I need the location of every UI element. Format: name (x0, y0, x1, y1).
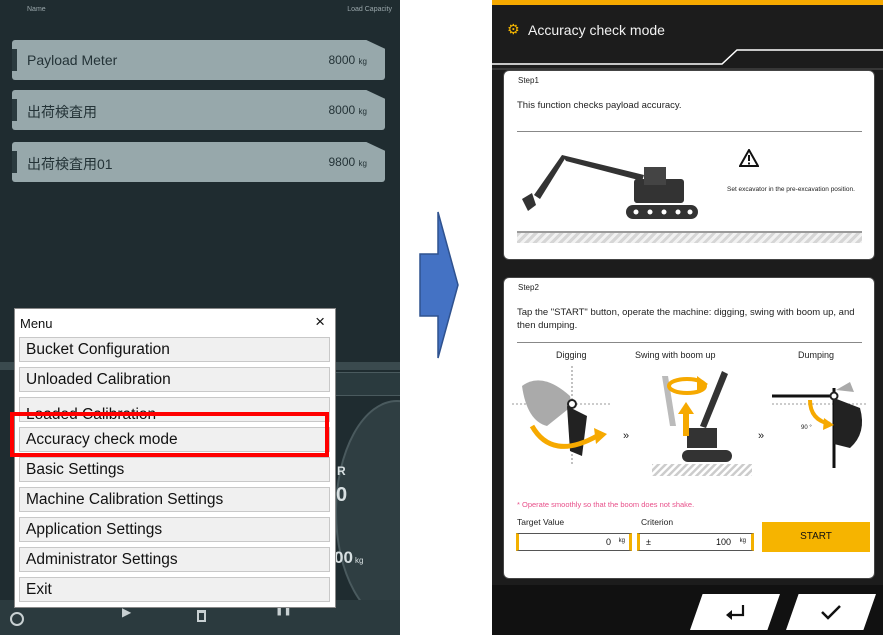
menu-item-exit[interactable]: Exit (19, 577, 330, 602)
menu-item-bucket-configuration[interactable]: Bucket Configuration (19, 337, 330, 362)
meter-name: Payload Meter (27, 52, 118, 68)
chevron-right-icon: » (758, 430, 765, 442)
menu-popup: Menu × Bucket Configuration Unloaded Cal… (14, 308, 336, 608)
excavator-illustration (522, 155, 698, 219)
page-title: Accuracy check mode (528, 22, 665, 38)
meter-row-2[interactable]: 出荷検査用 8000 kg (12, 90, 385, 130)
menu-item-administrator-settings[interactable]: Administrator Settings (19, 547, 330, 572)
check-icon (821, 605, 841, 620)
operate-warning: * Operate smoothly so that the boom does… (517, 500, 695, 509)
phase-dumping: Dumping (798, 350, 835, 360)
header-divider (492, 49, 883, 70)
close-icon[interactable]: × (315, 312, 325, 332)
gauge-partial-r: R (337, 464, 346, 478)
meter-row-1[interactable]: Payload Meter 8000 kg (12, 40, 385, 80)
right-arrow-icon (419, 211, 459, 359)
phase-swing: Swing with boom up (635, 350, 716, 360)
chevron-right-icon: » (623, 430, 630, 442)
gauge-unit: kg (355, 556, 364, 565)
step1-description: This function checks payload accuracy. (517, 100, 682, 111)
gear-icon[interactable] (10, 612, 24, 626)
gauge-partial-total: 00 (334, 548, 353, 567)
target-value-field[interactable]: 0 kg (516, 533, 632, 551)
meter-capacity: 8000 kg (328, 103, 368, 117)
meter-name: 出荷検査用 (27, 104, 97, 120)
ground-hatch (517, 231, 862, 243)
highlight-box (10, 412, 329, 457)
target-value-label: Target Value (517, 517, 565, 527)
background-tile (330, 372, 400, 396)
back-button[interactable] (690, 594, 780, 630)
gauge-partial-value: 0 (336, 484, 348, 506)
menu-item-unloaded-calibration[interactable]: Unloaded Calibration (19, 367, 330, 392)
criterion-field[interactable]: ± 100 kg (637, 533, 754, 551)
payload-gauge (335, 400, 400, 624)
dumping-illustration (772, 382, 867, 468)
criterion-label: Criterion (641, 517, 674, 527)
warning-icon (739, 149, 759, 167)
step1-panel: Step1 This function checks payload accur… (503, 70, 875, 260)
digging-illustration (512, 366, 612, 466)
step1-note: Set excavator in the pre-excavation posi… (727, 186, 855, 193)
menu-item-basic-settings[interactable]: Basic Settings (19, 457, 330, 482)
step1-label: Step1 (518, 76, 539, 85)
return-icon (726, 605, 745, 620)
phase-digging: Digging (556, 350, 587, 360)
menu-title: Menu (20, 316, 53, 331)
confirm-button[interactable] (786, 594, 876, 630)
meter-name: 出荷検査用01 (27, 156, 113, 172)
start-button[interactable]: START (762, 522, 870, 552)
step2-description: Tap the "START" button, operate the mach… (517, 307, 855, 331)
menu-item-machine-calibration-settings[interactable]: Machine Calibration Settings (19, 487, 330, 512)
column-capacity-header: Load Capacity (347, 6, 392, 13)
gear-icon: ⚙ (507, 21, 520, 37)
angle-label: 90 ° (801, 425, 812, 431)
left-screen: Name Load Capacity Payload Meter 8000 kg… (0, 0, 400, 635)
meter-capacity: 8000 kg (328, 53, 368, 67)
swing-illustration (652, 371, 752, 476)
step2-label: Step2 (518, 283, 539, 292)
menu-item-application-settings[interactable]: Application Settings (19, 517, 330, 542)
column-name-header: Name (27, 6, 46, 13)
meter-capacity: 9800 kg (328, 155, 368, 169)
trash-icon[interactable] (197, 610, 206, 622)
meter-row-3[interactable]: 出荷検査用01 9800 kg (12, 142, 385, 182)
